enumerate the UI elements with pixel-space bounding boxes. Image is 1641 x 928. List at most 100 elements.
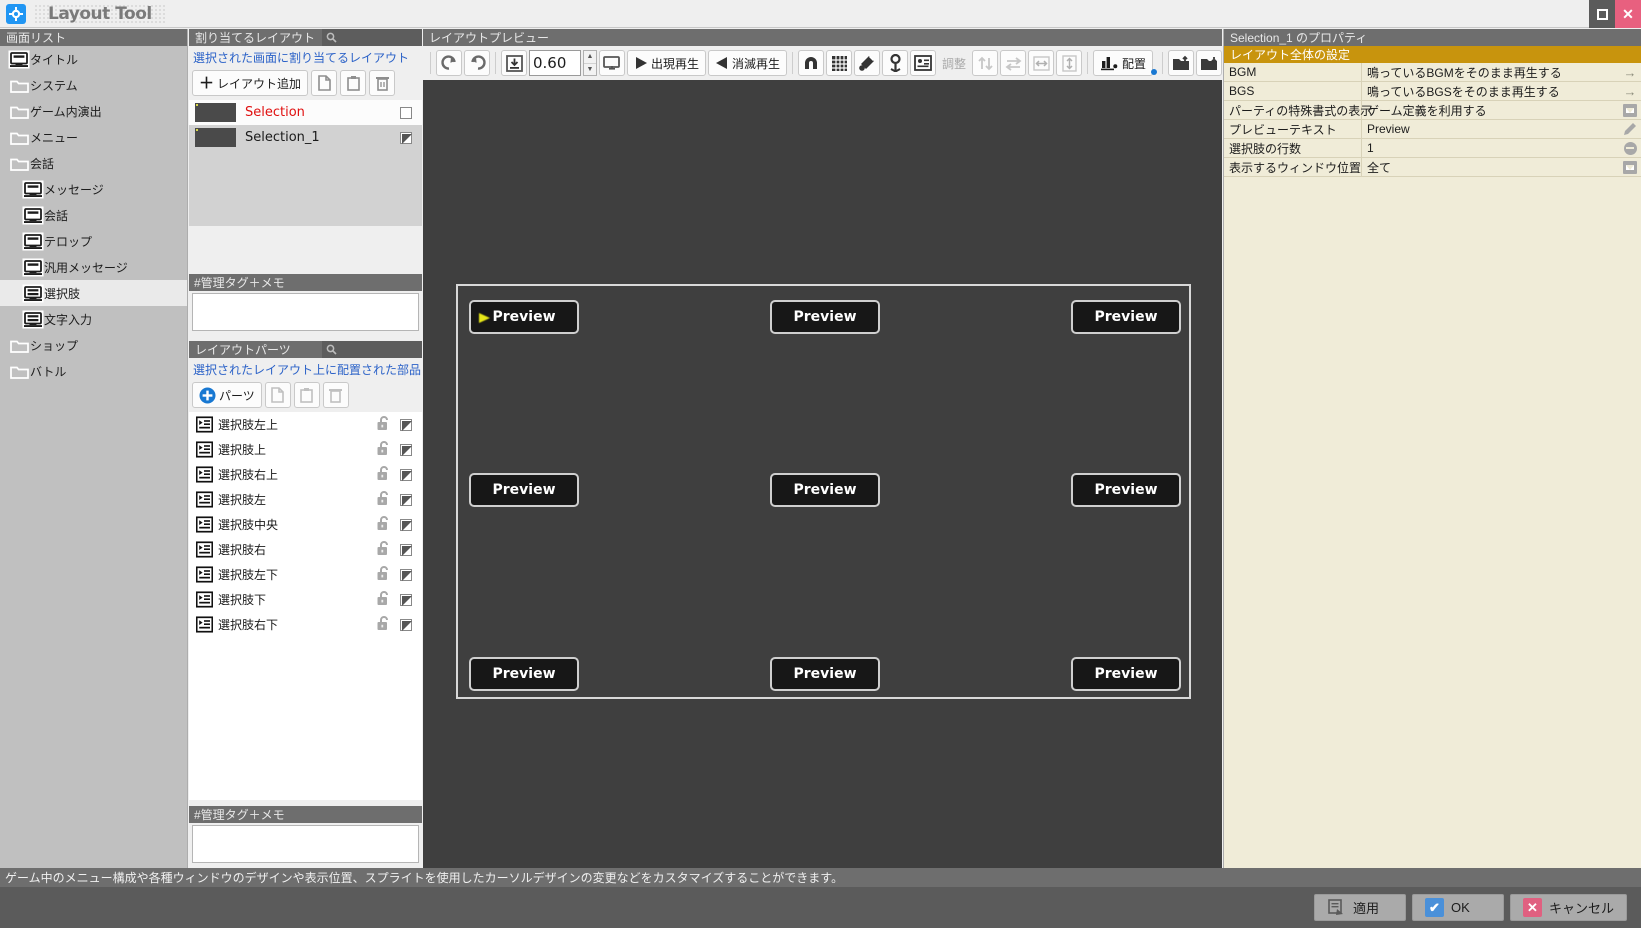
part-visible-checkbox[interactable] bbox=[400, 543, 412, 556]
disappear-play-button[interactable]: 消滅再生 bbox=[708, 50, 788, 76]
part-row[interactable]: 選択肢左上 bbox=[189, 412, 422, 437]
preview-button-6[interactable]: Preview bbox=[469, 657, 579, 691]
anchor-pin-button[interactable] bbox=[882, 50, 909, 76]
property-row[interactable]: BGM 鳴っているBGMをそのまま再生する → bbox=[1224, 63, 1641, 82]
property-row[interactable]: 選択肢の行数 1 bbox=[1224, 139, 1641, 158]
delete-layout-button[interactable] bbox=[369, 70, 396, 96]
property-action[interactable] bbox=[1619, 158, 1641, 176]
property-action[interactable]: → bbox=[1619, 63, 1641, 81]
part-visible-checkbox[interactable] bbox=[400, 418, 412, 431]
part-visible-checkbox[interactable] bbox=[400, 618, 412, 631]
part-row[interactable]: 選択肢下 bbox=[189, 587, 422, 612]
part-visible-checkbox[interactable] bbox=[400, 468, 412, 481]
preview-button-7[interactable]: Preview bbox=[770, 657, 880, 691]
preview-button-0[interactable]: Preview bbox=[469, 300, 579, 334]
part-row[interactable]: 選択肢右下 bbox=[189, 612, 422, 637]
sidebar-item-2[interactable]: ゲーム内演出 bbox=[0, 98, 187, 124]
sidebar-item-0[interactable]: タイトル bbox=[0, 46, 187, 72]
appear-play-button[interactable]: 出現再生 bbox=[627, 50, 707, 76]
sidebar-item-8[interactable]: 汎用メッセージ bbox=[0, 254, 187, 280]
zoom-down[interactable]: ▼ bbox=[584, 64, 596, 76]
redo-button[interactable] bbox=[436, 50, 462, 76]
preview-button-3[interactable]: Preview bbox=[469, 473, 579, 507]
fit-to-screen-button[interactable] bbox=[501, 50, 527, 76]
swap-horizontal-button[interactable] bbox=[1000, 50, 1027, 76]
part-lock-toggle[interactable] bbox=[376, 490, 390, 509]
preview-canvas[interactable]: Preview Preview Preview Preview Preview Previ… bbox=[423, 80, 1222, 868]
sidebar-item-6[interactable]: 会話 bbox=[0, 202, 187, 228]
paste-layout-button[interactable] bbox=[340, 70, 367, 96]
undo-button[interactable] bbox=[464, 50, 490, 76]
part-lock-toggle[interactable] bbox=[376, 590, 390, 609]
import-layout-button[interactable] bbox=[1196, 50, 1223, 76]
part-row[interactable]: 選択肢右上 bbox=[189, 462, 422, 487]
zoom-up[interactable]: ▲ bbox=[584, 51, 596, 64]
preview-button-8[interactable]: Preview bbox=[1071, 657, 1181, 691]
property-row[interactable]: 表示するウィンドウ位置 全て bbox=[1224, 158, 1641, 177]
add-part-button[interactable]: パーツ bbox=[192, 382, 262, 408]
assign-layout-search[interactable] bbox=[322, 29, 422, 46]
property-action[interactable] bbox=[1619, 139, 1641, 157]
property-row[interactable]: パーティの特殊書式の表示 ゲーム定義を利用する bbox=[1224, 101, 1641, 120]
sidebar-item-5[interactable]: メッセージ bbox=[0, 176, 187, 202]
part-lock-toggle[interactable] bbox=[376, 540, 390, 559]
assign-memo-input[interactable] bbox=[192, 293, 419, 331]
part-visible-checkbox[interactable] bbox=[400, 493, 412, 506]
monitor-button[interactable] bbox=[599, 50, 625, 76]
align-vertical-button[interactable] bbox=[972, 50, 999, 76]
sidebar-item-11[interactable]: ショップ bbox=[0, 332, 187, 358]
sidebar-item-3[interactable]: メニュー bbox=[0, 124, 187, 150]
close-button[interactable]: ✕ bbox=[1615, 0, 1641, 28]
distribute-horizontal-button[interactable] bbox=[1028, 50, 1055, 76]
ok-button[interactable]: ✔ OK bbox=[1411, 894, 1504, 921]
preview-button-5[interactable]: Preview bbox=[1071, 473, 1181, 507]
paste-part-button[interactable] bbox=[293, 382, 320, 408]
property-row[interactable]: プレビューテキスト Preview bbox=[1224, 120, 1641, 139]
apply-button[interactable]: 適用 bbox=[1313, 894, 1406, 921]
cancel-button[interactable]: ✕ キャンセル bbox=[1509, 894, 1627, 921]
layout-visible-checkbox[interactable] bbox=[400, 131, 412, 144]
copy-layout-button[interactable] bbox=[311, 70, 338, 96]
part-row[interactable]: 選択肢中央 bbox=[189, 512, 422, 537]
part-visible-checkbox[interactable] bbox=[400, 518, 412, 531]
magnet-button[interactable] bbox=[798, 50, 825, 76]
add-layout-button[interactable]: ＋ レイアウト追加 bbox=[192, 70, 309, 96]
copy-part-button[interactable] bbox=[264, 382, 291, 408]
part-lock-toggle[interactable] bbox=[376, 465, 390, 484]
zoom-input[interactable]: 0.60 bbox=[529, 50, 581, 76]
sidebar-item-7[interactable]: テロップ bbox=[0, 228, 187, 254]
part-lock-toggle[interactable] bbox=[376, 440, 390, 459]
part-visible-checkbox[interactable] bbox=[400, 593, 412, 606]
layout-parts-search[interactable] bbox=[322, 341, 422, 358]
part-lock-toggle[interactable] bbox=[376, 415, 390, 434]
sidebar-item-1[interactable]: システム bbox=[0, 72, 187, 98]
arrange-button[interactable]: 配置 bbox=[1093, 50, 1154, 76]
part-row[interactable]: 選択肢左 bbox=[189, 487, 422, 512]
part-lock-toggle[interactable] bbox=[376, 515, 390, 534]
part-row[interactable]: 選択肢上 bbox=[189, 437, 422, 462]
minimize-button[interactable] bbox=[1589, 0, 1615, 28]
part-visible-checkbox[interactable] bbox=[400, 443, 412, 456]
preview-button-4[interactable]: Preview bbox=[770, 473, 880, 507]
property-action[interactable] bbox=[1619, 120, 1641, 138]
preview-button-1[interactable]: Preview bbox=[770, 300, 880, 334]
layout-visible-checkbox[interactable] bbox=[400, 106, 412, 119]
property-row[interactable]: BGS 鳴っているBGSをそのまま再生する → bbox=[1224, 82, 1641, 101]
property-action[interactable] bbox=[1619, 101, 1641, 119]
delete-part-button[interactable] bbox=[322, 382, 349, 408]
sidebar-item-12[interactable]: バトル bbox=[0, 358, 187, 384]
sidebar-item-4[interactable]: 会話 bbox=[0, 150, 187, 176]
part-row[interactable]: 選択肢左下 bbox=[189, 562, 422, 587]
preview-button-2[interactable]: Preview bbox=[1071, 300, 1181, 334]
export-layout-button[interactable] bbox=[1168, 50, 1195, 76]
part-visible-checkbox[interactable] bbox=[400, 568, 412, 581]
eyedropper-button[interactable] bbox=[854, 50, 881, 76]
layout-info-button[interactable] bbox=[910, 50, 937, 76]
layout-row[interactable]: Selection bbox=[189, 100, 422, 125]
parts-memo-input[interactable] bbox=[192, 825, 419, 863]
sidebar-item-10[interactable]: 文字入力 bbox=[0, 306, 187, 332]
layout-row[interactable]: Selection_1 bbox=[189, 125, 422, 150]
distribute-vertical-button[interactable] bbox=[1056, 50, 1083, 76]
grid-button[interactable] bbox=[826, 50, 853, 76]
part-lock-toggle[interactable] bbox=[376, 565, 390, 584]
